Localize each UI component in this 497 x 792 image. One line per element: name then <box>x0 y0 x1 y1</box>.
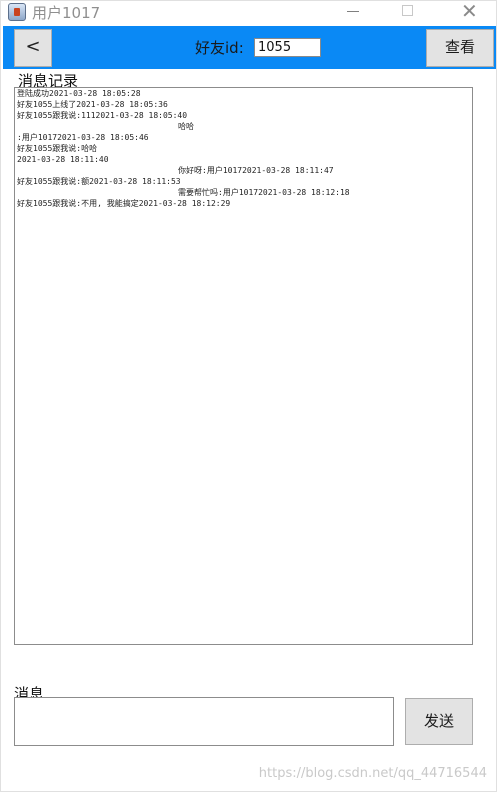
java-app-icon <box>8 3 26 21</box>
toolbar: < 好友id: 1055 查看 <box>3 26 496 69</box>
close-icon: ✕ <box>461 0 478 23</box>
history-line: 需要帮忙吗:用户10172021-03-28 18:12:18 <box>178 188 350 197</box>
message-input[interactable] <box>14 697 394 746</box>
history-line: 好友1055上线了2021-03-28 18:05:36 <box>17 100 168 109</box>
maximize-icon <box>402 5 413 16</box>
send-button[interactable]: 发送 <box>405 698 473 745</box>
window-title: 用户1017 <box>32 4 101 22</box>
friend-id-input[interactable]: 1055 <box>254 38 321 57</box>
history-line: 好友1055跟我说:哈哈 <box>17 144 98 153</box>
minimize-button[interactable] <box>329 1 375 23</box>
chat-window: 用户1017 ✕ < 好友id: 1055 查看 消息记录 登陆成功2021-0… <box>0 0 497 792</box>
history-line: 好友1055跟我说:额2021-03-28 18:11:53 <box>17 177 181 186</box>
history-line: :用户10172021-03-28 18:05:46 <box>17 133 149 142</box>
message-history-area[interactable]: 登陆成功2021-03-28 18:05:28 好友1055上线了2021-03… <box>14 87 473 645</box>
view-button[interactable]: 查看 <box>426 29 494 67</box>
history-line: 你好呀:用户10172021-03-28 18:11:47 <box>178 166 334 175</box>
history-line: 好友1055跟我说:1112021-03-28 18:05:40 <box>17 111 188 120</box>
history-line: 登陆成功2021-03-28 18:05:28 <box>17 89 141 98</box>
history-line: 2021-03-28 18:11:40 <box>17 155 109 164</box>
title-bar: 用户1017 ✕ <box>1 1 496 25</box>
minimize-icon <box>347 11 359 12</box>
friend-id-label: 好友id: <box>195 39 244 57</box>
history-line: 哈哈 <box>178 122 194 131</box>
back-button[interactable]: < <box>14 29 52 67</box>
watermark-text: https://blog.csdn.net/qq_44716544 <box>258 766 487 781</box>
history-line: 好友1055跟我说:不用, 我能搞定2021-03-28 18:12:29 <box>17 199 231 208</box>
close-button[interactable]: ✕ <box>445 1 491 23</box>
maximize-button[interactable] <box>385 1 431 23</box>
